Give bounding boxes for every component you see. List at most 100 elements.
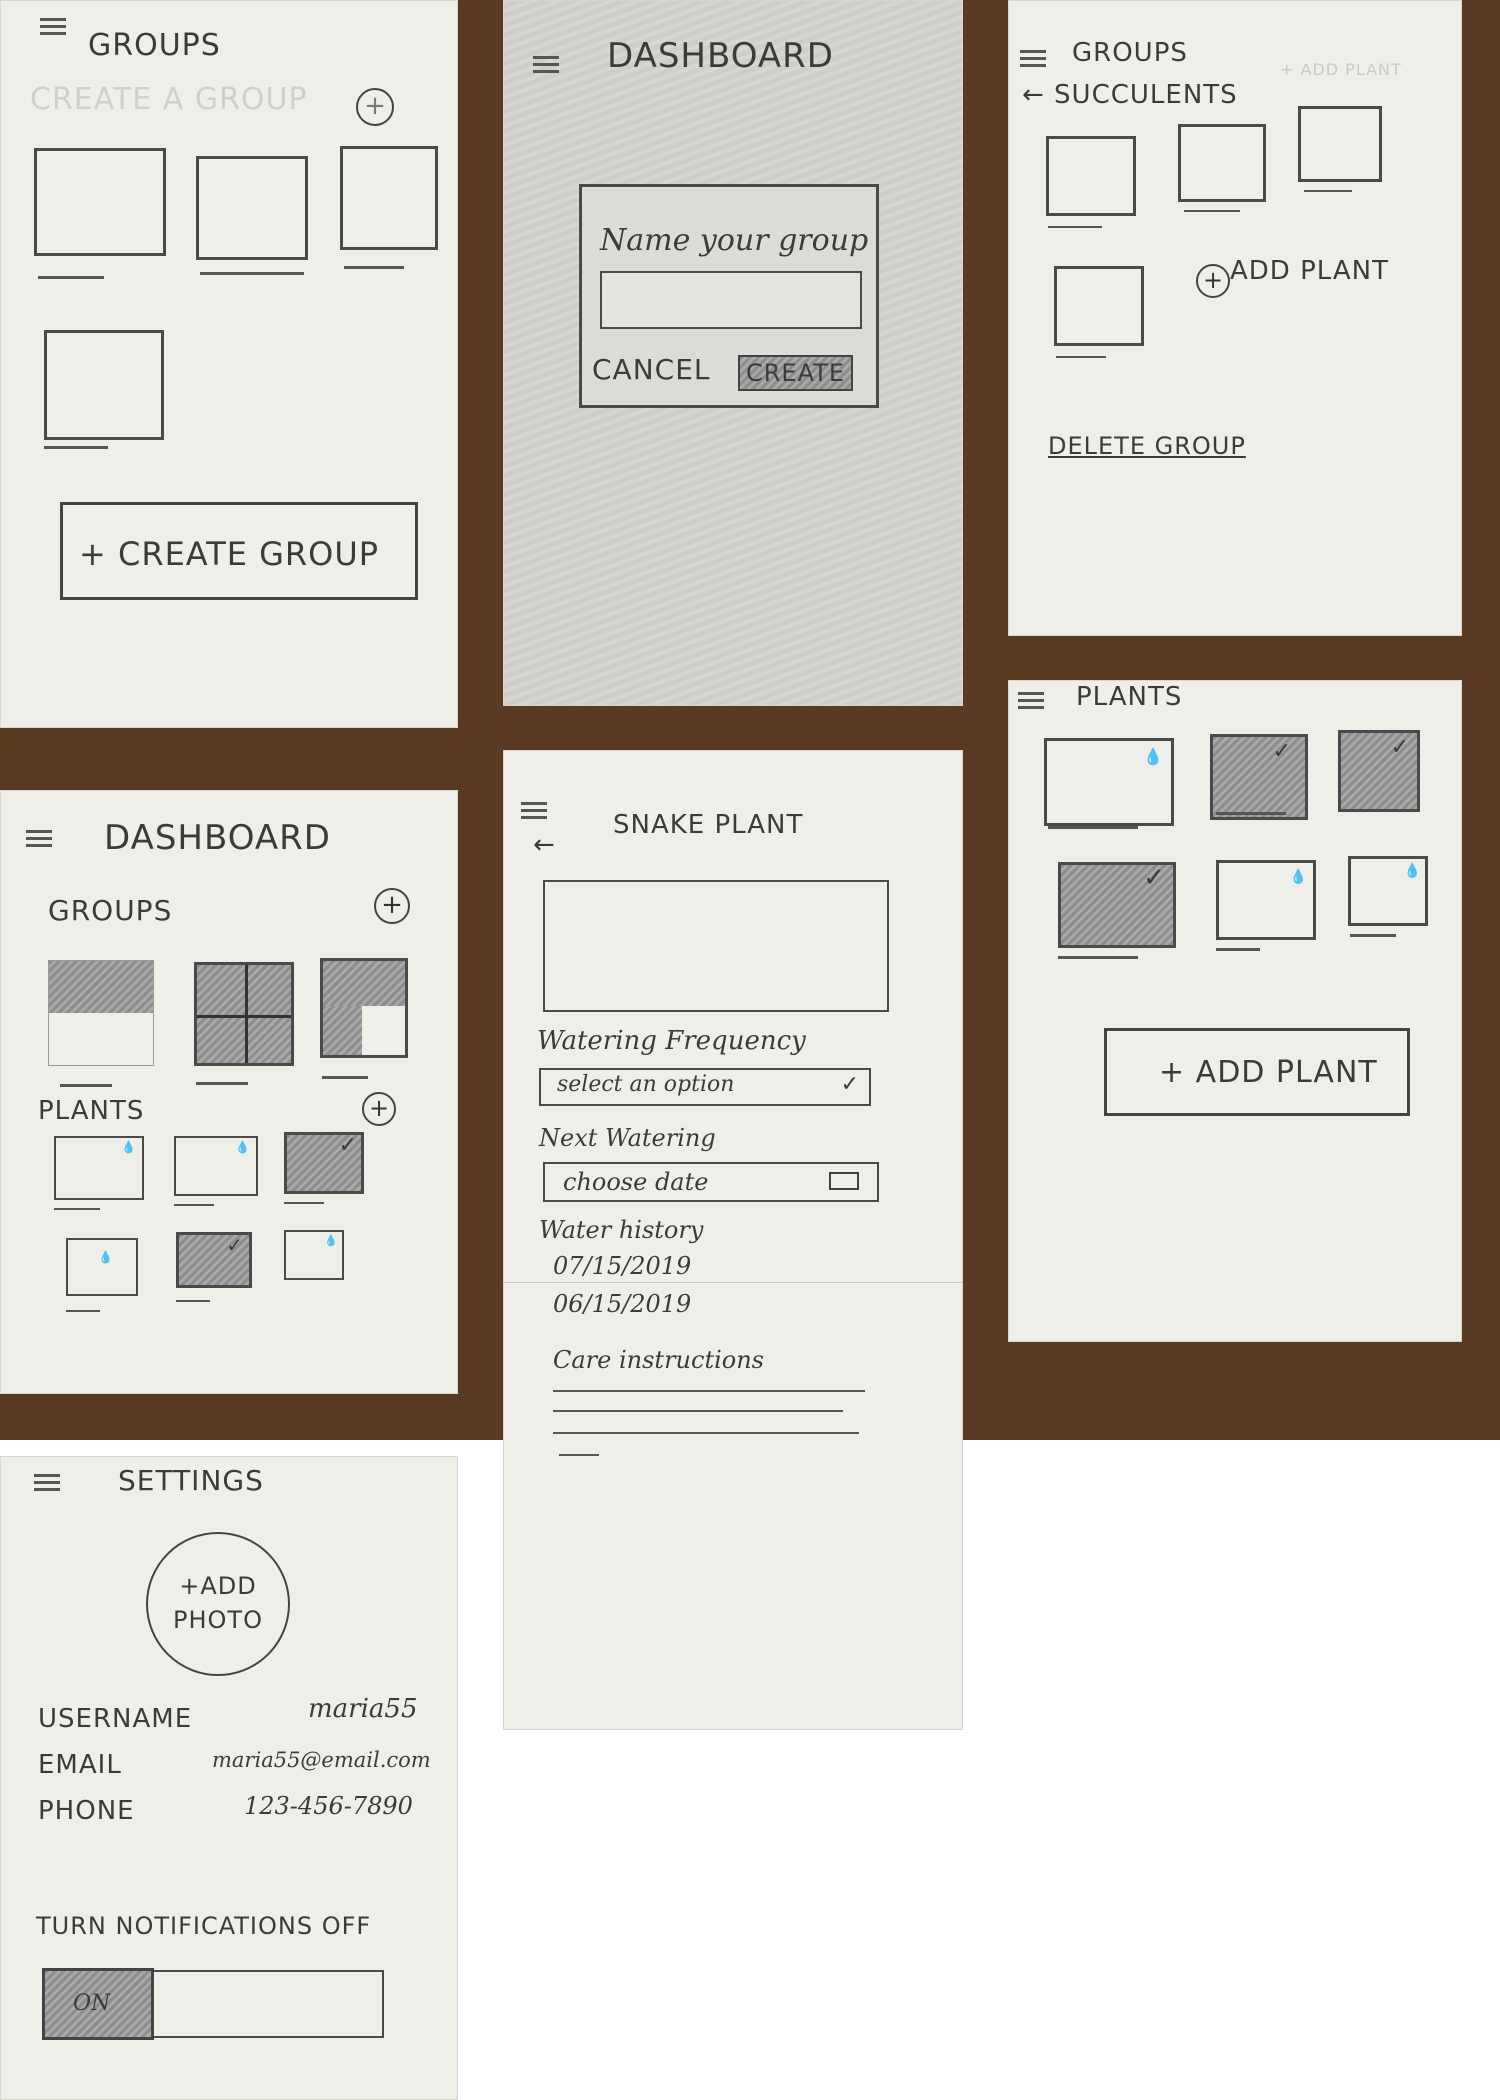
plant-thumbnail[interactable]	[1046, 136, 1136, 216]
plant-thumbnail[interactable]	[1178, 124, 1266, 202]
notifications-label: TURN NOTIFICATIONS OFF	[36, 1912, 372, 1940]
plant-thumbnail[interactable]	[1298, 106, 1382, 182]
thumbnail-caption	[200, 272, 304, 275]
select-placeholder: select an option	[557, 1072, 735, 1097]
water-drop-icon: 💧	[324, 1234, 338, 1247]
username-label: USERNAME	[38, 1704, 193, 1734]
phone-value: 123-456-7890	[244, 1792, 413, 1820]
thumbnail-caption	[196, 1082, 248, 1085]
screen-settings: SETTINGS +ADD PHOTO USERNAME maria55 EMA…	[0, 1456, 458, 2100]
plant-thumbnail[interactable]: ✓	[176, 1232, 252, 1288]
toggle-label: ON	[73, 1991, 111, 2016]
water-drop-icon: 💧	[98, 1250, 113, 1264]
plant-thumbnail[interactable]	[1054, 266, 1144, 346]
thumbnail-caption	[176, 1300, 210, 1302]
thumbnail-caption	[54, 1208, 100, 1210]
add-plant-label: + ADD PLANT	[1159, 1055, 1378, 1090]
plant-thumbnail[interactable]: ✓	[284, 1132, 364, 1194]
back-button[interactable]: ← SUCCULENTS	[1022, 80, 1238, 110]
plant-thumbnail[interactable]: 💧	[66, 1238, 138, 1296]
watering-frequency-select[interactable]: select an option ✓	[539, 1068, 871, 1106]
plants-section-label: PLANTS	[38, 1096, 145, 1126]
group-name-input[interactable]	[600, 271, 862, 329]
plant-thumbnail[interactable]: 💧	[284, 1230, 344, 1280]
plant-thumbnail[interactable]: 💧	[174, 1136, 258, 1196]
plant-thumbnail[interactable]: 💧	[1348, 856, 1428, 926]
group-thumbnail[interactable]	[340, 146, 438, 250]
plant-thumbnail[interactable]: ✓	[1058, 862, 1176, 948]
thumbnail-caption	[60, 1084, 112, 1087]
checkmark-icon: ✓	[1390, 735, 1409, 760]
name-group-dialog: Name your group CANCEL CREATE	[579, 184, 879, 408]
screen-dashboard-modal: DASHBOARD Name your group CANCEL CREATE	[503, 0, 963, 706]
faint-add-plant: + ADD PLANT	[1280, 60, 1402, 79]
create-group-button[interactable]: + CREATE GROUP	[60, 502, 418, 600]
add-plant-icon[interactable]: +	[362, 1092, 396, 1126]
hamburger-icon[interactable]	[26, 830, 52, 848]
screen-title: SNAKE PLANT	[613, 810, 804, 840]
hamburger-icon[interactable]	[40, 18, 66, 36]
toggle-knob: ON	[42, 1968, 154, 2040]
group-thumbnail[interactable]	[196, 156, 308, 260]
hamburger-icon[interactable]	[533, 56, 559, 74]
care-instructions-label: Care instructions	[553, 1346, 764, 1374]
plant-thumbnail[interactable]: 💧	[54, 1136, 144, 1200]
cancel-button[interactable]: CANCEL	[592, 353, 711, 386]
screen-groups-create: GROUPS CREATE A GROUP + + CREATE GROUP	[0, 0, 458, 728]
paper-fold	[503, 1282, 963, 1283]
watering-frequency-label: Watering Frequency	[537, 1026, 806, 1056]
care-text-line	[553, 1390, 865, 1392]
next-watering-date-input[interactable]: choose date	[543, 1162, 879, 1202]
username-value: maria55	[308, 1694, 418, 1724]
group-collage[interactable]	[194, 962, 294, 1066]
plus-icon[interactable]: +	[356, 88, 394, 126]
create-button[interactable]: CREATE	[738, 355, 853, 391]
hamburger-icon[interactable]	[1020, 50, 1046, 68]
thumbnail-caption	[1058, 956, 1138, 959]
groups-section-label: GROUPS	[48, 894, 173, 927]
add-plant-button[interactable]: + ADD PLANT	[1104, 1028, 1410, 1116]
plant-thumbnail[interactable]: 💧	[1216, 860, 1316, 940]
group-thumbnail[interactable]	[44, 330, 164, 440]
thumbnail-caption	[1048, 826, 1138, 829]
group-collage[interactable]	[320, 958, 408, 1058]
hamburger-icon[interactable]	[521, 802, 547, 820]
screen-title: GROUPS	[88, 28, 221, 63]
delete-group-link[interactable]: DELETE GROUP	[1048, 432, 1246, 460]
add-plant-link[interactable]: ADD PLANT	[1230, 256, 1389, 286]
plant-thumbnail[interactable]: ✓	[1210, 734, 1308, 820]
hamburger-icon[interactable]	[1018, 692, 1044, 710]
screen-title: DASHBOARD	[104, 818, 331, 858]
screen-dashboard: DASHBOARD GROUPS + PLANTS + 💧 💧 ✓ 💧 ✓ 💧	[0, 790, 458, 1394]
thumbnail-caption	[44, 446, 108, 449]
water-drop-icon: 💧	[1403, 863, 1421, 879]
screen-group-succulents: GROUPS ← SUCCULENTS + ADD PLANT + ADD PL…	[1008, 0, 1462, 636]
care-text-line	[553, 1410, 843, 1412]
group-thumbnail[interactable]	[34, 148, 166, 256]
water-drop-icon: 💧	[121, 1140, 136, 1154]
group-collage[interactable]	[48, 960, 154, 1066]
checkmark-icon: ✓	[1143, 863, 1165, 893]
water-drop-icon: 💧	[235, 1140, 250, 1154]
email-value: maria55@email.com	[212, 1748, 431, 1772]
plant-thumbnail[interactable]: 💧	[1044, 738, 1174, 826]
add-group-icon[interactable]: +	[374, 888, 410, 924]
dialog-prompt: Name your group	[600, 223, 869, 258]
back-button[interactable]: ←	[533, 830, 556, 860]
calendar-icon[interactable]	[829, 1172, 859, 1190]
checkmark-icon: ✓	[338, 1133, 357, 1158]
thumbnail-caption	[1350, 934, 1396, 937]
add-photo-button[interactable]: +ADD PHOTO	[146, 1532, 290, 1676]
thumbnail-caption	[1304, 190, 1352, 192]
notifications-toggle[interactable]: ON	[42, 1968, 384, 2040]
thumbnail-caption	[344, 266, 404, 269]
plus-icon[interactable]: +	[1196, 264, 1230, 298]
phone-label: PHONE	[38, 1796, 135, 1826]
hamburger-icon[interactable]	[34, 1474, 60, 1492]
plant-thumbnail[interactable]: ✓	[1338, 730, 1420, 812]
care-text-line	[553, 1432, 859, 1434]
plant-photo	[543, 880, 889, 1012]
thumbnail-caption	[174, 1204, 214, 1206]
screen-title: SETTINGS	[118, 1464, 264, 1497]
thumbnail-caption	[38, 276, 104, 279]
